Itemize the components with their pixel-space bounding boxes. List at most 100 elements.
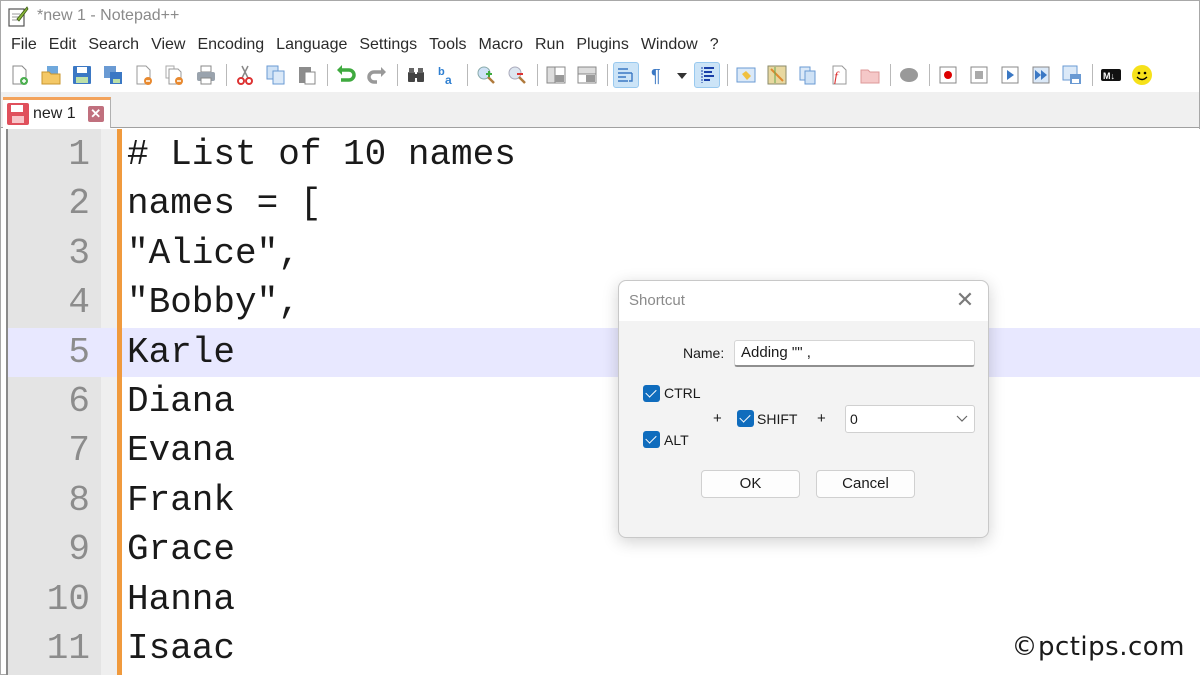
editor-line[interactable]: 8 Frank [8,476,1200,525]
line-number: 3 [68,232,90,274]
line-text: Grace [127,529,236,571]
show-all-chars-button[interactable]: ¶ [644,62,670,88]
stop-macro-button[interactable] [966,62,992,88]
save-button[interactable] [69,62,95,88]
menu-help[interactable]: ? [704,36,725,54]
shortcut-name-input[interactable]: Adding "" , [734,340,975,367]
function-list-button[interactable]: f [826,62,852,88]
save-macro-button[interactable] [1059,62,1085,88]
menu-view[interactable]: View [145,36,191,54]
menu-tools[interactable]: Tools [423,36,472,54]
tab-close-icon[interactable]: ✕ [87,106,104,122]
document-list-icon [799,66,816,85]
menu-settings[interactable]: Settings [353,36,423,54]
word-wrap-button[interactable] [613,62,639,88]
open-file-button[interactable] [38,62,64,88]
toolbar-separator [607,64,608,86]
monitoring-icon [900,68,918,82]
ok-button[interactable]: OK [701,470,800,498]
monitoring-button[interactable] [896,62,922,88]
editor-area[interactable]: 1 # List of 10 names 2 names = [3 "Alice", 4 "… [6,129,1200,675]
plus-sign: + [817,410,826,427]
record-macro-button[interactable] [935,62,961,88]
replace-icon: ba [438,66,452,86]
sync-vertical-button[interactable] [543,62,569,88]
zoom-in-button[interactable] [473,62,499,88]
ctrl-label: CTRL [664,385,701,401]
key-select[interactable]: 0 [845,405,975,433]
record-macro-icon [939,66,957,84]
menu-search[interactable]: Search [82,36,145,54]
editor-line[interactable]: 9 Grace [8,525,1200,574]
close-button[interactable] [131,62,157,88]
dialog-close-icon[interactable]: ✕ [954,289,976,311]
play-macro-button[interactable] [997,62,1023,88]
close-all-button[interactable] [162,62,188,88]
smiley-button[interactable] [1129,62,1155,88]
find-button[interactable] [403,62,429,88]
show-all-chars-icon: ¶ [651,66,661,86]
open-file-icon [41,66,61,85]
shift-checkbox[interactable] [737,410,754,427]
line-text: names = [ [127,183,322,225]
editor-line[interactable]: 2 names = [ [8,179,1200,228]
toolbar-separator [327,64,328,86]
print-button[interactable] [193,62,219,88]
menu-window[interactable]: Window [635,36,704,54]
sync-horizontal-icon [577,66,597,84]
save-all-button[interactable] [100,62,126,88]
menu-file[interactable]: File [5,36,43,54]
menu-edit[interactable]: Edit [43,36,83,54]
sync-horizontal-button[interactable] [574,62,600,88]
editor-line[interactable]: 7 Evana [8,426,1200,475]
cancel-button[interactable]: Cancel [816,470,915,498]
document-list-button[interactable] [795,62,821,88]
line-text: Isaac [127,628,236,669]
menu-plugins[interactable]: Plugins [570,36,634,54]
editor-line[interactable]: 6 Diana [8,377,1200,426]
cut-button[interactable] [232,62,258,88]
document-map-button[interactable] [764,62,790,88]
tab-new-1[interactable]: new 1 ✕ [3,97,111,128]
undo-button[interactable] [333,62,359,88]
line-text: Diana [127,381,236,422]
find-icon [408,68,424,82]
zoom-out-button[interactable] [504,62,530,88]
cut-icon [237,65,253,85]
folder-workspace-button[interactable] [857,62,883,88]
menu-run[interactable]: Run [529,36,570,54]
new-file-icon [12,65,28,85]
markdown-button[interactable]: M↓ [1098,62,1124,88]
line-text: Frank [127,479,236,521]
line-number: 10 [46,578,90,620]
redo-button[interactable] [364,62,390,88]
copy-button[interactable] [263,62,289,88]
indent-guide-button[interactable] [694,62,720,88]
close-all-icon [165,65,183,85]
menu-language[interactable]: Language [270,36,353,54]
new-file-button[interactable] [7,62,33,88]
dialog-title-bar: Shortcut ✕ [619,281,988,321]
editor-line[interactable]: 5 Karle [8,327,1200,377]
tab-label: new 1 [33,105,76,122]
toolbar-separator [929,64,930,86]
document-map-icon [767,65,787,85]
svg-text:¶: ¶ [651,66,661,86]
user-language-button[interactable] [733,62,759,88]
editor-line[interactable]: 3 "Alice", [8,229,1200,278]
close-icon [136,65,152,85]
replace-button[interactable]: ba [434,62,460,88]
dropdown-icon [677,73,687,79]
editor-line[interactable]: 1 # List of 10 names [8,130,1200,179]
line-number: 7 [68,430,90,472]
run-macro-multiple-button[interactable] [1028,62,1054,88]
alt-checkbox[interactable] [643,431,660,448]
menu-macro[interactable]: Macro [473,36,529,54]
paste-button[interactable] [294,62,320,88]
editor-line[interactable]: 4 "Bobby", [8,278,1200,327]
ctrl-checkbox[interactable] [643,385,660,402]
line-number: 2 [68,183,90,225]
show-symbol-dropdown[interactable] [675,62,689,88]
editor-line[interactable]: 10 Hanna [8,575,1200,624]
menu-encoding[interactable]: Encoding [191,36,270,54]
